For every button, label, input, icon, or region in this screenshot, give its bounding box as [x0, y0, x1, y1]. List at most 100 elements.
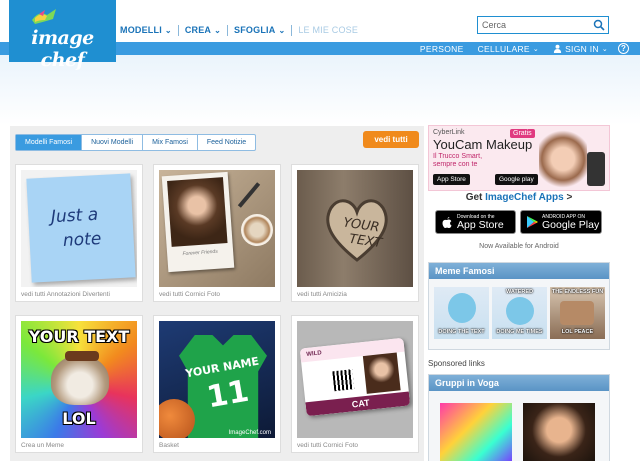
ad-model-image [539, 126, 587, 190]
frame-caption: Forever Friends [182, 248, 218, 258]
meme-photo [560, 301, 594, 325]
logo[interactable]: image chef [9, 0, 116, 71]
id-card-name: CAT [351, 397, 371, 410]
meme-top-text: WATERED [505, 289, 534, 295]
meme-bottom-text: LOL [62, 409, 96, 428]
template-card[interactable]: YOUR TEXT LOL Crea un Meme [15, 315, 143, 453]
chevron-down-icon: ⌄ [278, 25, 286, 35]
cat-face [51, 355, 109, 405]
main-nav: MODELLI ⌄ CREA ⌄ SFOGLIA ⌄ LE MIE COSE [120, 23, 358, 37]
meme-thumbnail[interactable]: DOING THE TEXT [434, 287, 489, 339]
template-thumbnail: WILD CAT [297, 321, 413, 438]
nav-divider [177, 24, 179, 36]
apple-icon [442, 217, 452, 229]
ad-google-play-button[interactable]: Google play [495, 174, 538, 185]
card-caption: vedi tutti Amicizia [297, 291, 347, 298]
card-caption: vedi tutti Annotazioni Divertenti [21, 291, 110, 298]
google-play-big-text: Google Play [542, 218, 600, 231]
nav-divider [291, 24, 293, 36]
photo-frame: Forever Friends [161, 171, 235, 273]
id-card-photo [362, 352, 401, 394]
nav-modelli[interactable]: MODELLI ⌄ [120, 25, 172, 35]
logo-text: image chef [31, 27, 94, 71]
get-apps-heading: Get ImageChef Apps > [428, 192, 610, 203]
subnav-sign-in-label: SIGN IN [565, 43, 599, 54]
chevron-down-icon: ⌄ [214, 25, 222, 35]
subnav-persone[interactable]: PERSONE [420, 44, 464, 54]
squirtle-image [448, 293, 476, 323]
google-play-button[interactable]: ANDROID APP ON Google Play [520, 210, 602, 234]
card-caption: Crea un Meme [21, 442, 64, 449]
meme-top-text: THE ENDLESS FUN [551, 289, 604, 295]
vedi-tutti-button[interactable]: vedi tutti [363, 131, 419, 148]
gruppi-in-voga-title: Gruppi in Voga [429, 375, 609, 391]
chevron-down-icon: ⌄ [164, 25, 172, 35]
id-card: WILD CAT [299, 337, 411, 417]
tab-nuovi-modelli[interactable]: Nuovi Modelli [82, 135, 144, 150]
portrait-photo [167, 177, 228, 247]
ad-brand: CyberLink [433, 129, 465, 136]
template-card[interactable]: WILD CAT vedi tutti Cornici Foto [291, 315, 419, 453]
ad-app-store-button[interactable]: App Store [433, 174, 470, 185]
google-play-icon [527, 216, 538, 228]
card-caption: Basket [159, 442, 179, 449]
get-apps-link[interactable]: ImageChef Apps [485, 192, 564, 203]
template-card[interactable]: YOUR NAME 11 ImageChef.com Basket [153, 315, 281, 453]
note-text-line-1: Just a [50, 204, 99, 228]
nav-crea[interactable]: CREA ⌄ [185, 25, 221, 35]
group-thumbnail[interactable] [523, 403, 595, 461]
meme-famosi-title: Meme Famosi [429, 263, 609, 279]
nav-modelli-label: MODELLI [120, 25, 162, 35]
card-caption: vedi tutti Cornici Foto [159, 291, 221, 298]
sticky-note [26, 173, 136, 283]
subnav-sign-in[interactable]: SIGN IN ⌄ [553, 44, 608, 54]
app-store-text: Download on the App Store [457, 214, 504, 231]
pen [237, 182, 261, 208]
template-thumbnail: YOUR TEXT [297, 170, 413, 287]
ad-phone-image [587, 152, 605, 186]
template-thumbnail: Forever Friends [159, 170, 275, 287]
tab-mix-famosi[interactable]: Mix Famosi [143, 135, 198, 150]
get-apps-suffix: > [563, 192, 573, 203]
watermark: ImageChef.com [228, 430, 271, 436]
sub-nav: PERSONE CELLULARE ⌄ SIGN IN ⌄ [406, 42, 608, 55]
note-text-line-2: note [62, 229, 102, 251]
chevron-down-icon: ⌄ [601, 45, 608, 53]
subnav-cellulare-label: CELLULARE [477, 43, 530, 54]
ad-tagline: Il Trucco Smart, sempre con te [433, 153, 482, 169]
meme-bottom-text: DOING THE TEXT [438, 329, 485, 335]
template-thumbnail: Just a note [21, 170, 137, 287]
tab-feed-notizie[interactable]: Feed Notizie [198, 135, 255, 150]
meme-thumbnail[interactable]: THE ENDLESS FUN LOL PEACE [550, 287, 605, 339]
tab-bar: Modelli Famosi Nuovi Modelli Mix Famosi … [15, 134, 257, 151]
help-icon[interactable]: ? [618, 43, 629, 54]
main-content: Modelli Famosi Nuovi Modelli Mix Famosi … [10, 126, 424, 461]
user-icon [553, 44, 562, 53]
ad-tagline-line-2: sempre con te [433, 161, 478, 168]
gruppi-in-voga-panel: Gruppi in Voga [428, 374, 610, 461]
google-play-text: ANDROID APP ON Google Play [542, 214, 599, 231]
group-thumbnail[interactable] [440, 403, 512, 461]
meme-bottom-text: DOING ME TIMES [496, 329, 543, 335]
template-thumbnail: YOUR TEXT LOL [21, 321, 137, 438]
top-bar: image chef MODELLI ⌄ CREA ⌄ SFOGLIA ⌄ LE… [0, 0, 640, 71]
coffee-cup [241, 214, 273, 246]
nav-divider [227, 24, 229, 36]
chevron-down-icon: ⌄ [532, 45, 540, 53]
template-card[interactable]: Forever Friends vedi tutti Cornici Foto [153, 164, 281, 302]
search-icon[interactable] [593, 19, 605, 31]
search-input[interactable] [478, 20, 588, 30]
meme-thumbnail[interactable]: WATERED DOING ME TIMES [492, 287, 547, 339]
subnav-cellulare[interactable]: CELLULARE ⌄ [478, 44, 539, 54]
ad-banner[interactable]: CyberLink Gratis YouCam Makeup Il Trucco… [428, 125, 610, 191]
ad-tagline-line-1: Il Trucco Smart, [433, 153, 483, 160]
nav-sfoglia[interactable]: SFOGLIA ⌄ [234, 25, 285, 35]
card-caption: vedi tutti Cornici Foto [297, 442, 359, 449]
template-card[interactable]: Just a note vedi tutti Annotazioni Diver… [15, 164, 143, 302]
template-thumbnail: YOUR NAME 11 ImageChef.com [159, 321, 275, 438]
meme-bottom-text: LOL PEACE [561, 329, 594, 335]
app-store-button[interactable]: Download on the App Store [435, 210, 516, 234]
tab-modelli-famosi[interactable]: Modelli Famosi [16, 135, 83, 150]
template-card[interactable]: YOUR TEXT vedi tutti Amicizia [291, 164, 419, 302]
qr-code-icon [332, 369, 355, 392]
